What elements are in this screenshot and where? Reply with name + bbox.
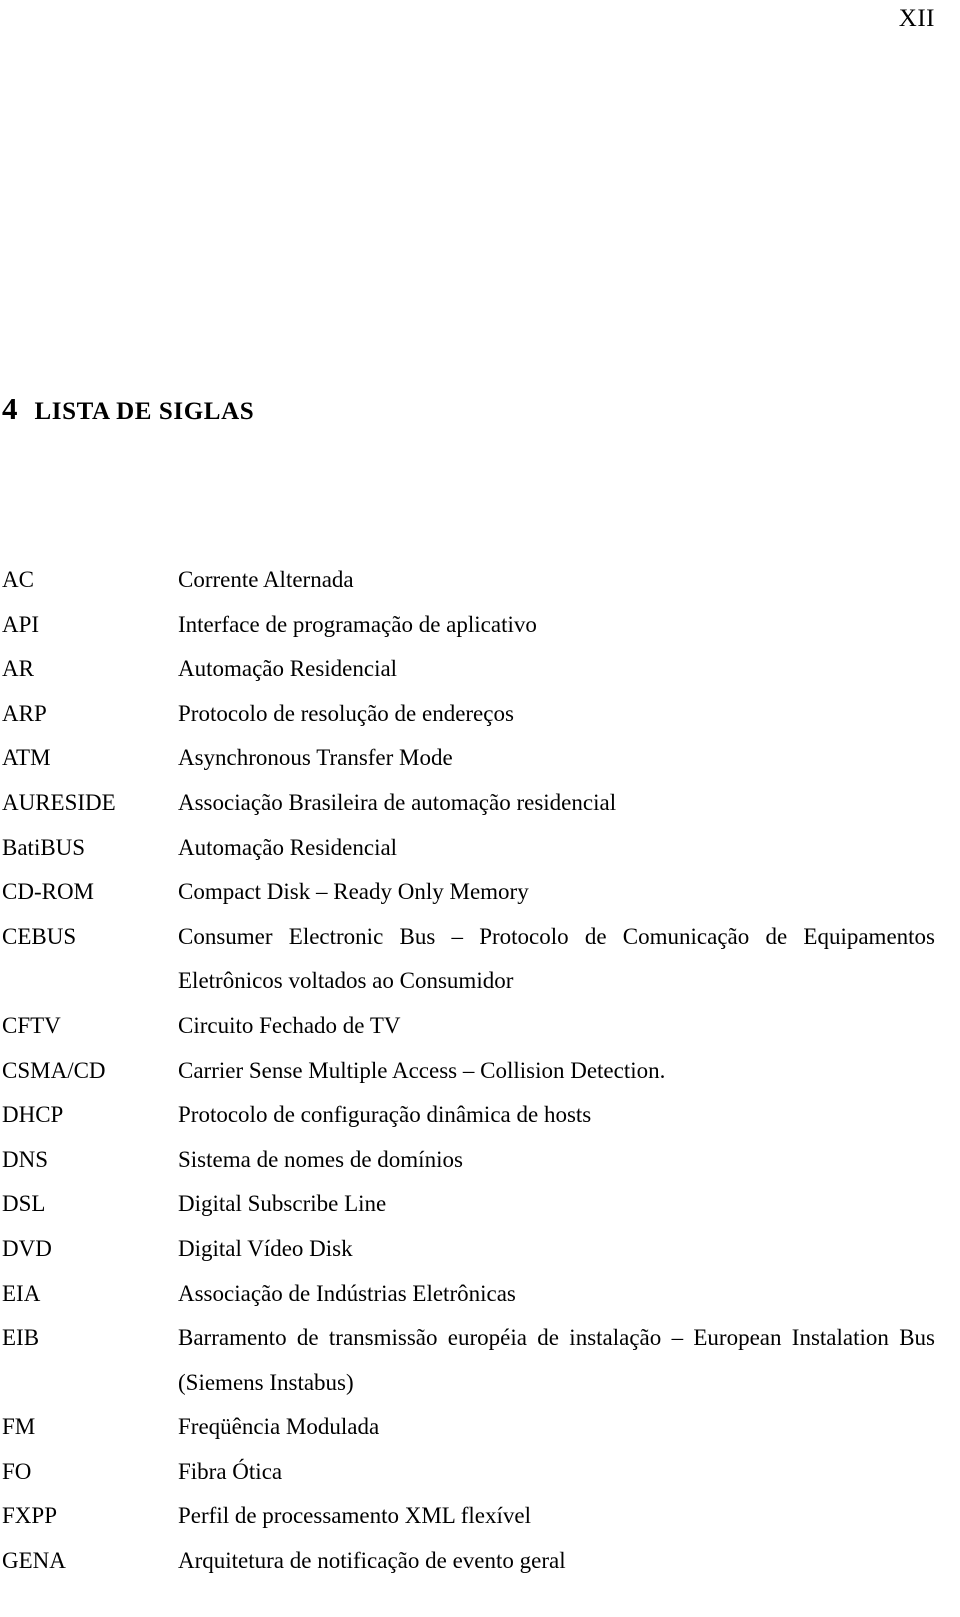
- acronym-entry: AC Corrente Alternada: [2, 558, 935, 603]
- page-number: XII: [898, 5, 935, 32]
- acronym-term: DHCP: [2, 1102, 64, 1128]
- acronym-entry: FM Freqüência Modulada: [2, 1405, 935, 1450]
- acronym-term: CD-ROM: [2, 879, 95, 905]
- acronym-definition: Carrier Sense Multiple Access – Collisio…: [178, 1057, 666, 1083]
- acronym-entry: BatiBUS Automação Residencial: [2, 826, 935, 871]
- section-heading: 4 LISTA DE SIGLAS: [2, 392, 935, 429]
- acronym-term: ARP: [2, 700, 47, 726]
- acronym-term: BatiBUS: [2, 834, 86, 860]
- acronym-definition: Interface de programação de aplicativo: [178, 611, 537, 637]
- section-title: LISTA DE SIGLAS: [34, 398, 255, 425]
- acronym-definition: Consumer Electronic Bus – Protocolo de C…: [178, 923, 935, 994]
- acronym-definition: Compact Disk – Ready Only Memory: [178, 879, 529, 905]
- acronym-definition: Associação Brasileira de automação resid…: [178, 789, 617, 815]
- acronym-entry: AURESIDE Associação Brasileira de automaç…: [2, 781, 935, 826]
- acronym-entry: FXPP Perfil de processamento XML flexível: [2, 1494, 935, 1539]
- acronym-entry: CFTV Circuito Fechado de TV: [2, 1004, 935, 1049]
- acronym-term: AC: [2, 567, 34, 592]
- acronym-term: EIB: [2, 1325, 40, 1351]
- document-page: XII 4 LISTA DE SIGLAS AC Corrente Alterna…: [0, 0, 960, 1617]
- acronym-term: FO: [2, 1458, 32, 1484]
- acronym-definition: Perfil de processamento XML flexível: [178, 1503, 531, 1529]
- acronym-term: GENA: [2, 1548, 66, 1574]
- acronym-term: AURESIDE: [2, 789, 116, 815]
- acronym-entry: EIB Barramento de transmissão européia de…: [2, 1316, 935, 1405]
- acronym-term: DVD: [2, 1235, 52, 1261]
- acronym-definition: Automação Residencial: [178, 656, 398, 682]
- acronym-definition: Arquitetura de notificação de evento ger…: [178, 1548, 566, 1574]
- acronym-term: CEBUS: [2, 923, 77, 949]
- acronym-entry: GENA Arquitetura de notificação de evento…: [2, 1539, 935, 1584]
- acronym-definition: Digital Vídeo Disk: [178, 1235, 353, 1261]
- acronym-entry: ATM Asynchronous Transfer Mode: [2, 736, 935, 781]
- acronym-list: AC Corrente Alternada API Interface de prog…: [2, 558, 935, 1584]
- acronym-entry: FO Fibra Ótica: [2, 1450, 935, 1495]
- acronym-term: CFTV: [2, 1012, 61, 1038]
- acronym-term: DSL: [2, 1191, 46, 1217]
- acronym-definition: Protocolo de configuração dinâmica de ho…: [178, 1102, 592, 1128]
- acronym-entry: DSL Digital Subscribe Line: [2, 1182, 935, 1227]
- acronym-definition: Circuito Fechado de TV: [178, 1012, 401, 1038]
- acronym-term: ATM: [2, 745, 51, 771]
- section-number: 4: [2, 391, 18, 426]
- acronym-definition: Automação Residencial: [178, 834, 398, 860]
- acronym-definition: Corrente Alternada: [178, 567, 354, 592]
- acronym-entry: EIA Associação de Indústrias Eletrônicas: [2, 1272, 935, 1317]
- acronym-entry: API Interface de programação de aplicativ…: [2, 603, 935, 648]
- acronym-term: CSMA/CD: [2, 1057, 106, 1083]
- acronym-term: DNS: [2, 1146, 49, 1172]
- acronym-entry: AR Automação Residencial: [2, 647, 935, 692]
- acronym-definition: Sistema de nomes de domínios: [178, 1146, 463, 1172]
- acronym-entry: ARP Protocolo de resolução de endereços: [2, 692, 935, 737]
- acronym-term: FM: [2, 1414, 36, 1440]
- acronym-definition: Asynchronous Transfer Mode: [178, 745, 453, 771]
- acronym-term: FXPP: [2, 1503, 57, 1529]
- acronym-definition: Protocolo de resolução de endereços: [178, 700, 514, 726]
- acronym-term: AR: [2, 656, 34, 682]
- acronym-term: API: [2, 611, 40, 637]
- acronym-entry: DHCP Protocolo de configuração dinâmica d…: [2, 1093, 935, 1138]
- acronym-entry: DNS Sistema de nomes de domínios: [2, 1138, 935, 1183]
- acronym-definition: Freqüência Modulada: [178, 1414, 380, 1440]
- acronym-entry: DVD Digital Vídeo Disk: [2, 1227, 935, 1272]
- acronym-entry: CEBUS Consumer Electronic Bus – Protocolo…: [2, 915, 935, 1004]
- acronym-definition: Barramento de transmissão européia de in…: [178, 1325, 935, 1395]
- acronym-entry: CSMA/CD Carrier Sense Multiple Access – C…: [2, 1049, 935, 1094]
- acronym-definition: Digital Subscribe Line: [178, 1191, 387, 1217]
- acronym-definition: Associação de Indústrias Eletrônicas: [178, 1280, 516, 1306]
- acronym-term: EIA: [2, 1280, 41, 1306]
- acronym-definition: Fibra Ótica: [178, 1458, 283, 1484]
- acronym-entry: CD-ROM Compact Disk – Ready Only Memory: [2, 870, 935, 915]
